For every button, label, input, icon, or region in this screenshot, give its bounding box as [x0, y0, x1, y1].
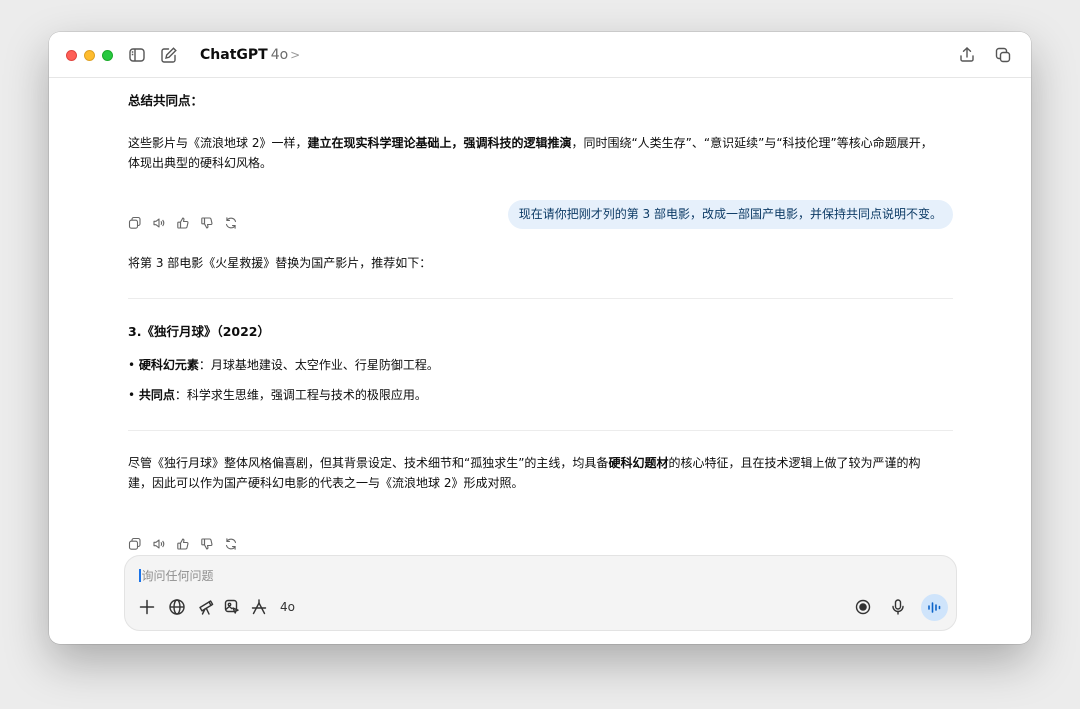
microphone-icon[interactable] [888, 597, 908, 617]
read-aloud-icon[interactable] [152, 536, 166, 550]
regenerate-icon[interactable] [224, 536, 238, 550]
plus-icon[interactable] [137, 597, 157, 617]
telescope-icon[interactable] [196, 597, 216, 617]
list-item: • 共同点：科学求生思维，强调工程与技术的极限应用。 [128, 388, 427, 402]
app-name: ChatGPT [200, 47, 268, 63]
canvas-icon[interactable] [249, 597, 269, 617]
model-selector[interactable]: ChatGPT 4o > [200, 47, 300, 63]
summary-paragraph: 这些影片与《流浪地球 2》一样，建立在现实科学理论基础上，强调科技的逻辑推演，同… [128, 136, 933, 170]
closing-emphasis: 硬科幻题材 [608, 456, 669, 470]
globe-icon[interactable] [167, 597, 187, 617]
read-aloud-icon[interactable] [152, 215, 166, 229]
sidebar-icon[interactable] [127, 45, 147, 65]
title-bar: ChatGPT 4o > [49, 32, 1031, 78]
summary-heading: 总结共同点： [128, 93, 204, 108]
zoom-window-button[interactable] [102, 50, 113, 61]
copy-icon[interactable] [128, 536, 142, 550]
model-badge[interactable]: 4o [280, 600, 295, 614]
image-icon[interactable] [222, 597, 242, 617]
thumbs-up-icon[interactable] [176, 536, 190, 550]
close-window-button[interactable] [66, 50, 77, 61]
divider [128, 430, 953, 431]
chevron-right-icon: > [290, 48, 301, 62]
message-actions [128, 536, 238, 550]
conversation: 总结共同点： 这些影片与《流浪地球 2》一样，建立在现实科学理论基础上，强调科技… [49, 79, 1031, 550]
bullet: • [128, 358, 136, 372]
new-window-icon[interactable] [993, 45, 1013, 65]
prompt-input[interactable]: 询问任何问题 [139, 568, 214, 584]
closing-paragraph: 尽管《独行月球》整体风格偏喜剧，但其背景设定、技术细节和“孤独求生”的主线，均具… [128, 456, 921, 490]
text-caret [139, 569, 141, 582]
voice-mode-button[interactable] [921, 594, 948, 621]
regenerate-icon[interactable] [224, 215, 238, 229]
summary-emphasis: 建立在现实科学理论基础上，强调科技的逻辑推演 [307, 136, 572, 150]
share-icon[interactable] [957, 45, 977, 65]
thumbs-up-icon[interactable] [176, 215, 190, 229]
divider [128, 298, 953, 299]
message-actions [128, 215, 238, 229]
voice-mode-icon [928, 602, 941, 613]
record-icon[interactable] [853, 597, 873, 617]
model-version: 4o [270, 47, 289, 63]
chatgpt-window: ChatGPT 4o > 总结共同点： 这些影片与《流浪地球 2》一样，建立在现实科… [49, 32, 1031, 644]
thumbs-down-icon[interactable] [200, 536, 214, 550]
movie-title: 3.《独行月球》（2022） [128, 324, 270, 339]
message-composer[interactable]: 询问任何问题 4o [124, 555, 957, 631]
minimize-window-button[interactable] [84, 50, 95, 61]
reply-intro: 将第 3 部电影《火星救援》替换为国产影片，推荐如下： [128, 256, 432, 270]
bullet: • [128, 388, 136, 402]
prompt-placeholder: 询问任何问题 [141, 569, 214, 583]
user-message-bubble: 现在请你把刚才列的第 3 部电影，改成一部国产电影，并保持共同点说明不变。 [507, 200, 953, 229]
thumbs-down-icon[interactable] [200, 215, 214, 229]
new-chat-icon[interactable] [159, 45, 179, 65]
copy-icon[interactable] [128, 215, 142, 229]
list-item: • 硬科幻元素：月球基地建设、太空作业、行星防御工程。 [128, 358, 439, 372]
